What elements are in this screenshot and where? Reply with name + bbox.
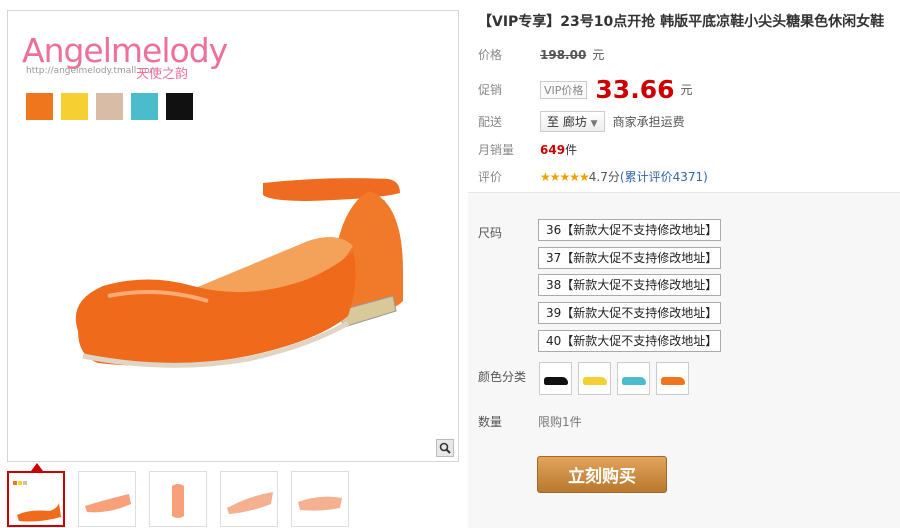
location-select[interactable]: 至 廊坊 ▼ <box>540 111 605 132</box>
size-label: 尺码 <box>478 226 503 240</box>
promo-row: 促销 VIP价格 33.66 元 <box>478 75 693 104</box>
color-option-teal[interactable] <box>617 362 650 395</box>
vip-price-tag: VIP价格 <box>540 80 588 99</box>
size-option-38[interactable]: 38【新款大促不支持修改地址】 <box>538 274 721 296</box>
delivery-label: 配送 <box>478 115 503 129</box>
promo-price: 33.66 <box>595 75 675 104</box>
size-option-39[interactable]: 39【新款大促不支持修改地址】 <box>538 302 721 324</box>
thumbnail-1[interactable] <box>7 471 65 527</box>
monthly-sales-row: 月销量 649 件 <box>478 141 577 158</box>
magnifier-icon <box>439 442 451 454</box>
size-option-40[interactable]: 40【新款大促不支持修改地址】 <box>538 330 721 352</box>
thumbnail-strip <box>7 471 349 527</box>
thumbnail-3[interactable] <box>149 471 207 527</box>
color-option-orange[interactable] <box>656 362 689 395</box>
zoom-button[interactable] <box>436 439 454 457</box>
review-count-link[interactable]: (累计评价4371) <box>620 168 708 185</box>
monthly-count: 649 <box>540 142 566 157</box>
chevron-down-icon: ▼ <box>590 119 598 129</box>
promo-unit: 元 <box>680 83 693 97</box>
rating-stars-icon: ★★★★★ <box>540 169 590 184</box>
shoe-illustration <box>75 178 403 368</box>
delivery-row: 配送 至 廊坊 ▼ 商家承担运费 <box>478 111 685 132</box>
color-option-black[interactable] <box>539 362 572 395</box>
promo-label: 促销 <box>478 83 503 97</box>
rating-row: 评价 ★★★★★ 4.7分 (累计评价4371) <box>478 168 708 185</box>
monthly-unit: 件 <box>565 143 578 157</box>
location-text: 至 廊坊 <box>547 115 587 129</box>
monthly-label: 月销量 <box>478 143 515 157</box>
color-label: 颜色分类 <box>478 370 527 384</box>
shipping-note: 商家承担运费 <box>612 115 685 129</box>
price-unit: 元 <box>592 48 605 62</box>
main-product-image[interactable]: Angelmelody http://angelmelody.tmall.com… <box>7 10 459 462</box>
price-label: 价格 <box>478 48 503 62</box>
size-option-36[interactable]: 36【新款大促不支持修改地址】 <box>538 219 721 241</box>
rating-label: 评价 <box>478 170 503 184</box>
original-price: 198.00 <box>540 47 587 62</box>
thumbnail-5[interactable] <box>291 471 349 527</box>
thumbnail-2[interactable] <box>78 471 136 527</box>
size-option-37[interactable]: 37【新款大促不支持修改地址】 <box>538 247 721 269</box>
rating-score: 4.7分 <box>588 170 620 184</box>
buy-now-button[interactable]: 立刻购买 <box>537 456 667 493</box>
active-thumb-indicator <box>31 463 43 471</box>
product-title: 【VIP专享】23号10点开抢 韩版平底凉鞋小尖头糖果色休闲女鞋 <box>478 14 885 30</box>
color-option-yellow[interactable] <box>578 362 611 395</box>
quantity-limit: 限购1件 <box>538 415 582 429</box>
thumbnail-4[interactable] <box>220 471 278 527</box>
quantity-label: 数量 <box>478 415 503 429</box>
price-row: 价格 198.00 元 <box>478 46 604 63</box>
options-panel <box>468 192 900 528</box>
